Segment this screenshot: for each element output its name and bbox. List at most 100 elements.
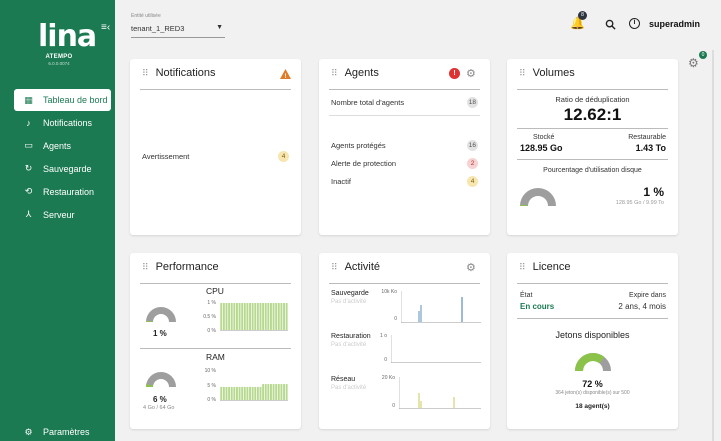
- user-menu[interactable]: superadmin: [649, 19, 700, 29]
- backup-chart-label: Sauvegarde: [331, 290, 369, 297]
- history-bar: [256, 386, 259, 400]
- sidebar-item-backup[interactable]: ↻ Sauvegarde: [14, 157, 111, 180]
- notifications-bell-icon[interactable]: 🔔 8: [570, 11, 587, 30]
- history-bar: [272, 384, 275, 400]
- history-bar: [243, 386, 246, 400]
- history-bar: [235, 386, 238, 400]
- cpu-axis-mid: 0.5 %: [203, 314, 216, 320]
- dashboard-settings-gear-icon[interactable]: ⚙ 0: [688, 51, 707, 70]
- card-title: Notifications: [155, 67, 216, 79]
- performance-card: ⠿ Performance CPU 1 % 1 % 0.5 % 0 % RAM …: [130, 253, 301, 429]
- restore-axis-max: 1 o: [380, 333, 387, 339]
- card-header: ⠿ Licence: [519, 261, 571, 273]
- divider: [140, 283, 291, 284]
- drag-handle-icon[interactable]: ⠿: [331, 68, 338, 79]
- backup-axis-min: 0: [394, 316, 397, 322]
- drag-handle-icon[interactable]: ⠿: [142, 262, 149, 273]
- restore-chart-label: Restauration: [331, 333, 371, 340]
- card-title: Licence: [532, 261, 571, 273]
- history-bar: [228, 303, 231, 330]
- tenant-select[interactable]: tenant_1_RED3 ▼: [131, 21, 225, 38]
- sidebar-item-notifications[interactable]: ♪ Notifications: [14, 111, 111, 134]
- sidebar-item-settings[interactable]: ⚙ Paramètres: [14, 425, 111, 439]
- cpu-history-chart: [220, 303, 288, 331]
- history-bar: [233, 303, 236, 330]
- gear-icon[interactable]: ⚙: [466, 67, 476, 80]
- state-value: En cours: [520, 302, 555, 311]
- drag-handle-icon[interactable]: ⠿: [142, 68, 149, 79]
- list-item[interactable]: Inactif 4: [331, 176, 478, 187]
- card-title: Volumes: [532, 67, 575, 79]
- top-header: Entité utilisée tenant_1_RED3 ▼ 🔔 8 i su…: [115, 0, 721, 50]
- gear-icon: ⚙: [24, 426, 33, 437]
- agents-card: ⠿ Agents ! ⚙ Nombre total d'agents 18 Ag…: [319, 59, 490, 235]
- list-item[interactable]: Nombre total d'agents 18: [331, 97, 478, 108]
- settings-badge: 0: [699, 51, 707, 59]
- history-bar: [246, 386, 249, 400]
- tenant-value: tenant_1_RED3: [131, 24, 185, 33]
- sidebar-bottom: ⚙ Paramètres: [14, 425, 111, 439]
- drag-handle-icon[interactable]: ⠿: [519, 68, 526, 79]
- history-bar: [230, 386, 233, 400]
- sidebar-item-label: Paramètres: [43, 427, 90, 437]
- collapse-sidebar-icon[interactable]: ≡‹: [101, 22, 110, 33]
- count-badge: 2: [467, 158, 478, 169]
- row-label: Alerte de protection: [331, 159, 397, 168]
- history-bar: [222, 386, 225, 400]
- history-bar: [235, 303, 238, 330]
- history-bar: [228, 386, 231, 400]
- history-bar: [233, 386, 236, 400]
- sidebar-item-server[interactable]: ⅄ Serveur: [14, 203, 111, 226]
- ram-axis-min: 0 %: [207, 397, 216, 403]
- card-header: ⠿ Performance: [142, 261, 219, 273]
- divider: [517, 283, 668, 284]
- history-bar: [267, 384, 270, 400]
- divider: [329, 283, 480, 284]
- svg-text:!: !: [285, 74, 287, 79]
- history-bar: [259, 303, 262, 330]
- restore-axis-min: 0: [384, 357, 387, 363]
- list-item[interactable]: Alerte de protection 2: [331, 158, 478, 169]
- expires-label: Expire dans: [629, 292, 666, 299]
- network-chart-label: Réseau: [331, 376, 356, 383]
- history-bar: [249, 303, 251, 330]
- expires-value: 2 ans, 4 mois: [618, 302, 666, 311]
- history-bar: [259, 386, 262, 400]
- card-title: Performance: [155, 261, 219, 273]
- gauge-fill: [575, 353, 605, 372]
- list-item[interactable]: Agents protégés 16: [331, 140, 478, 151]
- network-axis-max: 20 Ko: [381, 375, 395, 381]
- search-icon[interactable]: [605, 18, 616, 31]
- history-bar: [238, 386, 241, 400]
- alert-icon: !: [449, 68, 460, 79]
- sidebar-item-agents[interactable]: ▭ Agents: [14, 134, 111, 157]
- sidebar-item-dashboard[interactable]: ▦ Tableau de bord: [14, 89, 111, 111]
- row-label: Agents protégés: [331, 141, 386, 150]
- history-bar: [241, 303, 244, 330]
- tokens-gauge: [575, 353, 611, 372]
- card-header: ⠿ Volumes: [519, 67, 575, 79]
- history-bar: [254, 303, 257, 330]
- scrollbar[interactable]: [712, 50, 714, 441]
- history-bar: [225, 386, 228, 400]
- tenant-label: Entité utilisée: [131, 13, 161, 19]
- history-bar: [220, 386, 223, 400]
- state-label: État: [520, 292, 533, 299]
- network-chart-sub: Pas d'activité: [331, 385, 367, 391]
- dedup-value: 12.62:1: [563, 105, 622, 124]
- gear-icon[interactable]: ⚙: [466, 261, 476, 274]
- cpu-axis-min: 0 %: [207, 328, 216, 334]
- history-bar: [230, 303, 233, 330]
- list-item[interactable]: Avertissement 4: [142, 151, 289, 162]
- drag-handle-icon[interactable]: ⠿: [519, 262, 526, 273]
- card-title: Activité: [344, 261, 381, 273]
- history-bar: [280, 384, 283, 400]
- sidebar-item-restore[interactable]: ⟲ Restauration: [14, 180, 111, 203]
- info-icon[interactable]: i: [629, 18, 640, 29]
- dedup-label: Ratio de déduplication: [555, 95, 630, 104]
- history-bar: [220, 303, 223, 330]
- drag-handle-icon[interactable]: ⠿: [331, 262, 338, 273]
- history-bar: [264, 384, 267, 400]
- history-bar: [256, 303, 259, 330]
- sidebar-item-label: Serveur: [43, 209, 75, 220]
